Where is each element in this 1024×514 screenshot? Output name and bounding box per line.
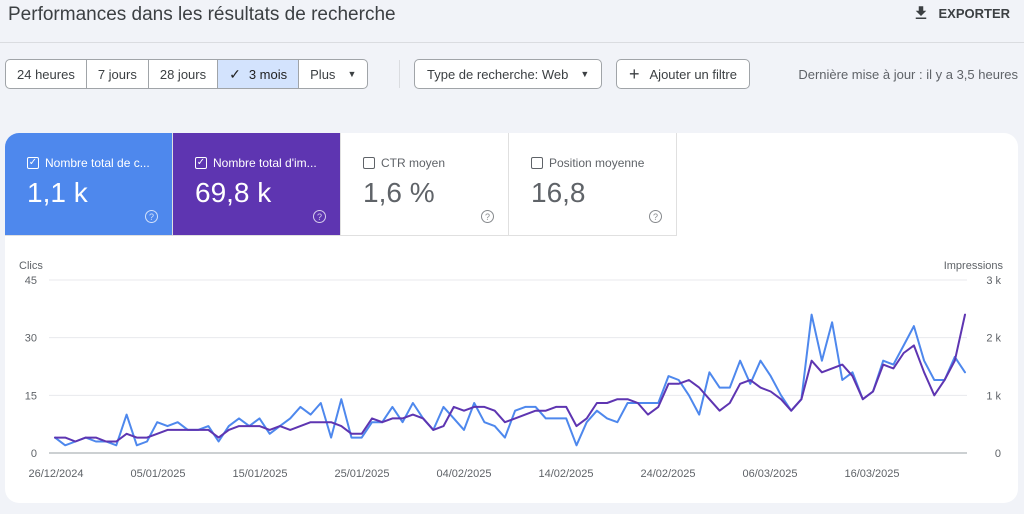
left-tick-label: 0 <box>31 448 37 460</box>
search-type-dropdown[interactable]: Type de recherche: Web ▼ <box>414 59 603 89</box>
right-tick-label: 2 k <box>986 333 1001 345</box>
x-tick-label: 24/02/2025 <box>640 468 695 480</box>
range-28d[interactable]: 28 jours <box>149 60 219 88</box>
page-title: Performances dans les résultats de reche… <box>8 4 396 25</box>
x-tick-label: 06/03/2025 <box>742 468 797 480</box>
x-tick-label: 05/01/2025 <box>130 468 185 480</box>
date-range-selector: 24 heures 7 jours 28 jours ✓ 3 mois Plus ▼ <box>5 59 369 89</box>
range-7d[interactable]: 7 jours <box>87 60 149 88</box>
add-filter-button[interactable]: + Ajouter un filtre <box>616 59 750 89</box>
left-tick-label: 30 <box>25 333 37 345</box>
x-tick-label: 15/01/2025 <box>232 468 287 480</box>
export-button[interactable]: EXPORTER <box>912 4 1010 22</box>
top-bar: Performances dans les résultats de reche… <box>0 0 1024 32</box>
caret-down-icon: ▼ <box>580 69 590 79</box>
range-24h[interactable]: 24 heures <box>6 60 87 88</box>
plus-icon: + <box>629 64 640 84</box>
x-tick-label: 04/02/2025 <box>436 468 491 480</box>
right-tick-label: 1 k <box>986 390 1001 402</box>
range-more[interactable]: Plus ▼ <box>299 60 367 88</box>
export-label: EXPORTER <box>938 5 1010 21</box>
filter-bar: 24 heures 7 jours 28 jours ✓ 3 mois Plus ▼… <box>0 58 1024 90</box>
left-tick-label: 45 <box>25 275 37 287</box>
x-tick-label: 16/03/2025 <box>844 468 899 480</box>
left-axis-title: Clics <box>19 260 43 272</box>
x-tick-label: 25/01/2025 <box>334 468 389 480</box>
right-tick-label: 0 <box>995 448 1001 460</box>
header-divider <box>0 42 1024 43</box>
download-icon <box>916 6 927 19</box>
left-tick-label: 15 <box>25 390 37 402</box>
x-tick-label: 26/12/2024 <box>28 468 83 480</box>
last-update-text: Dernière mise à jour : il y a 3,5 heures <box>798 67 1018 82</box>
right-axis-title: Impressions <box>944 260 1004 272</box>
series-line-clics <box>54 313 966 447</box>
performance-card: ✓ Nombre total de c... 1,1 k ? ✓ Nombre … <box>5 133 1018 503</box>
right-tick-label: 3 k <box>986 275 1001 287</box>
caret-down-icon: ▼ <box>347 69 357 79</box>
filter-divider <box>399 60 400 88</box>
check-icon: ✓ <box>229 65 241 82</box>
x-tick-label: 14/02/2025 <box>538 468 593 480</box>
performance-chart: 0 0 15 1 k 30 2 k 45 3 k Clics Impressions 26/12/2… <box>19 260 1004 480</box>
range-3m[interactable]: ✓ 3 mois <box>218 60 300 88</box>
